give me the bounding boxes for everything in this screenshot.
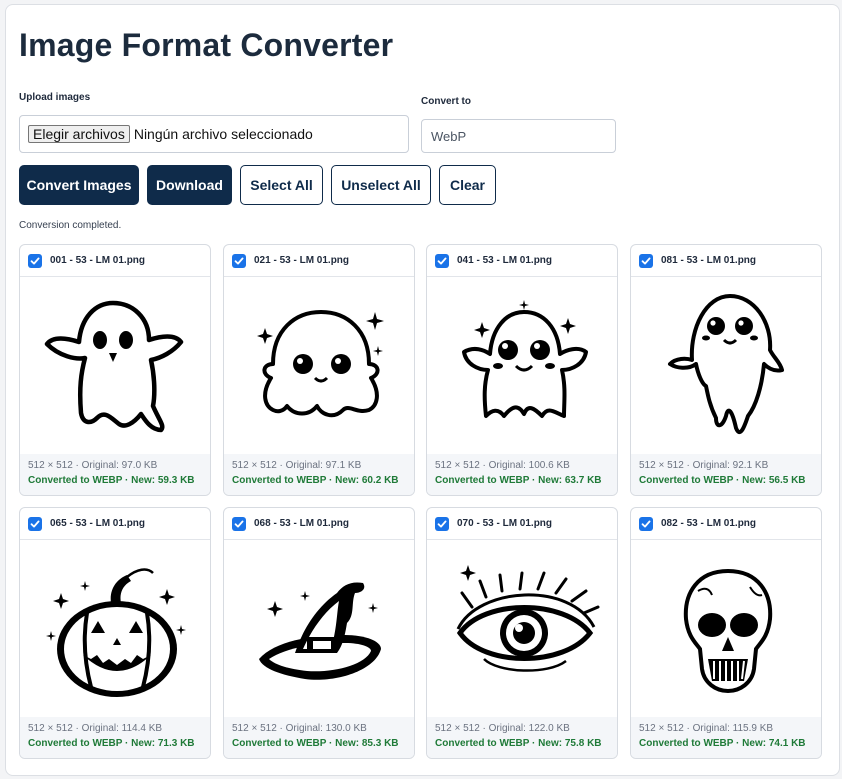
checkmark-icon bbox=[234, 520, 244, 527]
select-checkbox[interactable] bbox=[639, 516, 653, 531]
select-all-button[interactable]: Select All bbox=[240, 165, 323, 205]
image-card[interactable]: 065 - 53 - LM 01.png 512 × 512 · Origina… bbox=[19, 507, 211, 759]
cute-ghost-icon bbox=[225, 278, 413, 453]
image-meta: 512 × 512 · Original: 114.4 KB bbox=[28, 723, 163, 734]
conversion-result: Converted to WEBP · New: 63.7 KB bbox=[435, 475, 602, 486]
conversion-result: Converted to WEBP · New: 74.1 KB bbox=[639, 738, 806, 749]
image-meta: 512 × 512 · Original: 97.0 KB bbox=[28, 460, 158, 471]
convert-to-label: Convert to bbox=[421, 96, 471, 107]
unselect-all-button[interactable]: Unselect All bbox=[331, 165, 431, 205]
conversion-result: Converted to WEBP · New: 56.5 KB bbox=[639, 475, 806, 486]
file-name: 070 - 53 - LM 01.png bbox=[457, 518, 553, 529]
checkmark-icon bbox=[437, 257, 447, 264]
image-card[interactable]: 041 - 53 - LM 01.png 512 × 512 · Origina… bbox=[426, 244, 618, 496]
file-name: 081 - 53 - LM 01.png bbox=[661, 255, 757, 266]
format-select[interactable]: WebP bbox=[421, 119, 616, 153]
image-meta: 512 × 512 · Original: 97.1 KB bbox=[232, 460, 362, 471]
eye-icon bbox=[428, 541, 616, 716]
checkmark-icon bbox=[234, 257, 244, 264]
file-name: 041 - 53 - LM 01.png bbox=[457, 255, 553, 266]
select-checkbox[interactable] bbox=[232, 253, 246, 268]
conversion-result: Converted to WEBP · New: 71.3 KB bbox=[28, 738, 195, 749]
image-meta: 512 × 512 · Original: 115.9 KB bbox=[639, 723, 774, 734]
file-name: 082 - 53 - LM 01.png bbox=[661, 518, 757, 529]
file-name: 065 - 53 - LM 01.png bbox=[50, 518, 146, 529]
image-card[interactable]: 082 - 53 - LM 01.png 512 × 512 · Origina… bbox=[630, 507, 822, 759]
ghost-icon bbox=[21, 278, 209, 453]
select-checkbox[interactable] bbox=[435, 516, 449, 531]
image-card[interactable]: 001 - 53 - LM 01.png 512 × 512 · Origina… bbox=[19, 244, 211, 496]
happy-ghost-icon bbox=[428, 278, 616, 453]
checkmark-icon bbox=[641, 257, 651, 264]
file-status-text: Ningún archivo seleccionado bbox=[133, 126, 313, 142]
upload-label: Upload images bbox=[19, 92, 91, 103]
skull-icon bbox=[632, 541, 820, 716]
image-meta: 512 × 512 · Original: 100.6 KB bbox=[435, 460, 570, 471]
checkmark-icon bbox=[30, 520, 40, 527]
clear-button[interactable]: Clear bbox=[439, 165, 496, 205]
file-name: 021 - 53 - LM 01.png bbox=[254, 255, 350, 266]
conversion-result: Converted to WEBP · New: 59.3 KB bbox=[28, 475, 195, 486]
witch-hat-icon bbox=[225, 541, 413, 716]
file-name: 068 - 53 - LM 01.png bbox=[254, 518, 350, 529]
page-title: Image Format Converter bbox=[19, 27, 394, 63]
image-card[interactable]: 068 - 53 - LM 01.png 512 × 512 · Origina… bbox=[223, 507, 415, 759]
image-meta: 512 × 512 · Original: 92.1 KB bbox=[639, 460, 769, 471]
download-button[interactable]: Download bbox=[147, 165, 232, 205]
convert-images-button[interactable]: Convert Images bbox=[19, 165, 139, 205]
conversion-result: Converted to WEBP · New: 75.8 KB bbox=[435, 738, 602, 749]
checkmark-icon bbox=[641, 520, 651, 527]
choose-files-button[interactable]: Elegir archivos bbox=[28, 125, 130, 143]
image-card[interactable]: 021 - 53 - LM 01.png 512 × 512 · Origina… bbox=[223, 244, 415, 496]
image-meta: 512 × 512 · Original: 130.0 KB bbox=[232, 723, 367, 734]
conversion-result: Converted to WEBP · New: 60.2 KB bbox=[232, 475, 399, 486]
file-input[interactable]: Elegir archivos Ningún archivo seleccion… bbox=[19, 115, 409, 153]
conversion-status: Conversion completed. bbox=[19, 220, 122, 231]
select-checkbox[interactable] bbox=[28, 253, 42, 268]
file-name: 001 - 53 - LM 01.png bbox=[50, 255, 146, 266]
image-card[interactable]: 070 - 53 - LM 01.png 512 × 512 · Origina… bbox=[426, 507, 618, 759]
select-checkbox[interactable] bbox=[435, 253, 449, 268]
image-card[interactable]: 081 - 53 - LM 01.png 512 × 512 · Origina… bbox=[630, 244, 822, 496]
tall-ghost-icon bbox=[632, 278, 820, 453]
conversion-result: Converted to WEBP · New: 85.3 KB bbox=[232, 738, 399, 749]
pumpkin-icon bbox=[21, 541, 209, 716]
checkmark-icon bbox=[437, 520, 447, 527]
checkmark-icon bbox=[30, 257, 40, 264]
image-meta: 512 × 512 · Original: 122.0 KB bbox=[435, 723, 570, 734]
select-checkbox[interactable] bbox=[232, 516, 246, 531]
select-checkbox[interactable] bbox=[28, 516, 42, 531]
select-checkbox[interactable] bbox=[639, 253, 653, 268]
